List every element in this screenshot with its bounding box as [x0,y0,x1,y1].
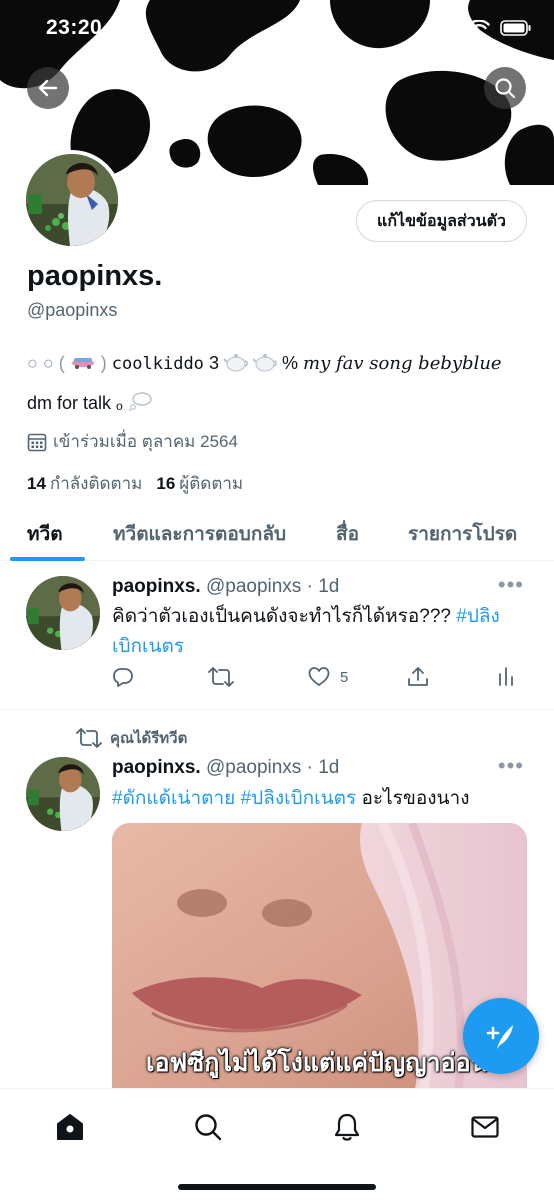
active-tab-indicator [10,557,85,561]
analytics-button[interactable] [497,666,515,686]
search-icon [195,1114,222,1141]
status-time: 23:20 [46,16,103,39]
tweet-hashtag[interactable]: #ปลิงเบิกเนตร [241,788,357,809]
profile-tabs: ทวีต ทวีตและการตอบกลับ สื่อ รายการโปรด [0,505,554,561]
tab-likes[interactable]: รายการโปรด [408,519,517,549]
share-icon [408,667,428,686]
status-bar: 23:20 [0,0,554,60]
tweet-hashtag[interactable]: #ดักแด้เน่าตาย [112,788,235,809]
retweet-button[interactable] [208,666,234,688]
calendar-icon [27,433,47,451]
like-button[interactable]: 5 [308,666,348,688]
profile-handle: @paopinxs [27,300,118,320]
home-indicator [178,1184,376,1190]
share-button[interactable] [407,666,429,688]
status-icons [436,20,532,36]
display-name: paopinxs. [27,260,163,292]
edit-profile-button[interactable]: แก้ไขข้อมูลส่วนตัว [356,200,527,242]
tweet-meta: @paopinxs · 1d [205,757,340,778]
nav-home[interactable] [50,1107,90,1147]
avatar-image [26,576,100,650]
following-link[interactable]: 14 กำลังติดตาม [27,470,142,497]
tab-media[interactable]: สื่อ [336,519,359,549]
retweeted-label: คุณได้รีทวีต [110,730,188,747]
signal-icon [436,21,458,35]
analytics-icon [499,667,513,686]
tweet-actions: 5 [112,666,522,696]
tweet-author-name[interactable]: paopinxs. [112,576,201,597]
nav-notifications[interactable] [327,1107,367,1147]
joined-text: เข้าร่วมเมื่อ ตุลาคม 2564 [53,432,238,451]
tweet-body: อะไรของนาง [361,788,470,809]
tweet-more-button[interactable]: ••• [498,753,524,779]
tweet[interactable]: paopinxs. @paopinxs · 1d ••• คิดว่าตัวเอ… [0,562,554,710]
bio-prefix: ○ ○ ( [27,353,65,373]
tweet-media-image[interactable]: เอฟซีกูไม่ได้โง่แต่แค่ปัญญาอ่อน [112,823,527,1103]
battery-icon [500,20,531,36]
mail-icon [471,1116,499,1138]
tweet-avatar[interactable] [26,576,100,650]
bio-dm-text: dm for talk ₒ [27,393,123,413]
tweet-author-name[interactable]: paopinxs. [112,757,201,778]
avatar-image [26,154,118,246]
bio-line-2: dm for talk ₒ [27,391,152,414]
arrow-left-icon [38,79,58,97]
bottom-navigation [0,1088,554,1200]
retweeted-indicator: คุณได้รีทวีต [76,726,187,750]
compose-icon [486,1025,513,1049]
tweet-meta: @paopinxs · 1d [205,576,340,597]
reply-button[interactable] [112,666,134,688]
bio-song: my fav song bebyblue [303,353,502,374]
skateboard-emoji-icon [71,358,94,369]
tweet-hashtag-cont[interactable]: เบิกเนตร [112,636,184,657]
home-icon [57,1114,83,1140]
tweet-body: คิดว่าตัวเองเป็นคนดังจะทำไรก็ได้หรอ??? [112,606,451,627]
avatar-image [26,757,100,831]
retweet-icon [76,728,102,748]
profile-avatar[interactable] [22,150,122,250]
bio-suffix: ) [100,353,107,373]
followers-label: ผู้ติดตาม [179,474,244,493]
nav-explore[interactable] [188,1107,228,1147]
tweet-text: #ดักแด้เน่าตาย #ปลิงเบิกเนตร อะไรของนาง [112,784,532,814]
compose-tweet-button[interactable] [463,998,539,1074]
nav-messages[interactable] [465,1107,505,1147]
retweet-icon [208,667,234,687]
tab-tweets[interactable]: ทวีต [27,519,63,549]
bio-line-1: ○ ○ ( ) coolkiddo 3 % my fav song bebybl… [27,352,502,374]
like-count: 5 [340,668,349,686]
heart-icon [308,667,330,686]
wifi-icon [468,20,490,35]
tweet-header: paopinxs. @paopinxs · 1d [112,757,339,779]
followers-count: 16 [156,474,176,493]
search-icon [495,78,516,99]
bell-icon [334,1113,360,1141]
joined-date: เข้าร่วมเมื่อ ตุลาคม 2564 [27,428,238,455]
bio-percent: % [282,353,299,373]
followers-link[interactable]: 16 ผู้ติดตาม [156,470,243,497]
tweet-hashtag[interactable]: #ปลิง [456,606,500,627]
media-caption: เอฟซีกูไม่ได้โง่แต่แค่ปัญญาอ่อน [146,1049,488,1077]
tweet-header: paopinxs. @paopinxs · 1d [112,576,339,598]
bio-number: 3 [208,353,219,373]
tweet-avatar[interactable] [26,757,100,831]
bio-coolkiddo: coolkiddo [111,354,204,374]
reply-icon [113,668,133,687]
tweet-text: คิดว่าตัวเองเป็นคนดังจะทำไรก็ได้หรอ??? #… [112,602,532,662]
following-count: 14 [27,474,46,493]
teapot-icon [223,354,248,372]
tweet-more-button[interactable]: ••• [498,572,524,598]
tab-tweets-replies[interactable]: ทวีตและการตอบกลับ [113,519,286,549]
follow-stats: 14 กำลังติดตาม 16 ผู้ติดตาม [27,470,243,497]
following-label: กำลังติดตาม [49,474,143,493]
back-button[interactable] [27,67,69,109]
teapot-icon [252,354,277,372]
search-button[interactable] [484,67,526,109]
thought-bubble-icon [128,392,152,411]
